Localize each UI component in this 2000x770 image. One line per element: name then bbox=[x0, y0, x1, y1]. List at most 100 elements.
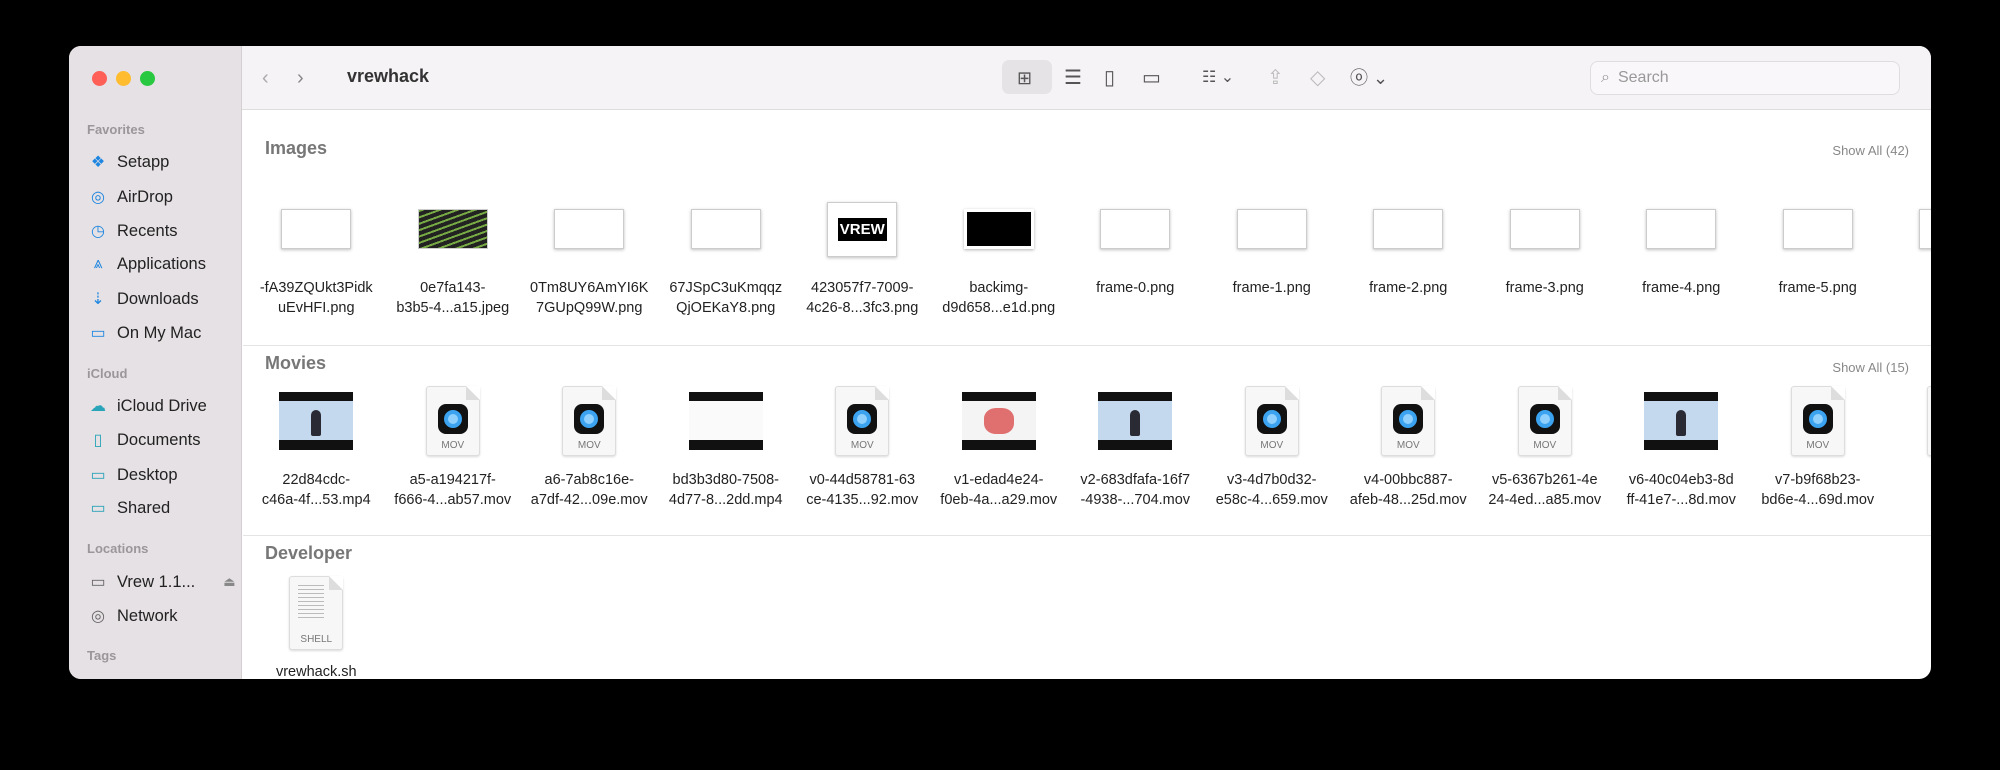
grid-view-icon: ⊞ bbox=[1017, 68, 1033, 88]
file-item[interactable]: 0e7fa143- b3b5-4...a15.jpeg bbox=[385, 194, 522, 318]
sidebar-item-applications[interactable]: ⩓ Applications bbox=[89, 251, 206, 277]
images-section-title: Images bbox=[265, 138, 328, 158]
file-name: v7-b9f68b23- bd6e-4...69d.mov bbox=[1761, 472, 1875, 508]
quicktime-file-icon: MOV bbox=[1381, 386, 1436, 456]
search-field[interactable]: ⌕ Search bbox=[1590, 61, 1900, 95]
image-thumbnail bbox=[1919, 209, 1931, 249]
developer-section-title: Developer bbox=[265, 543, 353, 563]
sidebar-item-on-my-mac[interactable]: ▭ On My Mac bbox=[89, 320, 201, 346]
sidebar-item-label: Applications bbox=[117, 254, 206, 273]
image-thumbnail bbox=[1782, 209, 1853, 249]
file-name: frame-4.png bbox=[1642, 280, 1721, 296]
group-by-button[interactable]: ☷ ⌄ bbox=[1202, 66, 1234, 90]
eject-icon[interactable]: ⏏ bbox=[223, 574, 235, 590]
sidebar-item-airdrop[interactable]: ◎ AirDrop bbox=[89, 184, 173, 210]
sidebar-item-network[interactable]: ◎ Network bbox=[89, 603, 178, 629]
file-name: v2-683dfafa-16f7 -4938-...704.mov bbox=[1080, 472, 1191, 508]
setapp-icon: ❖ bbox=[90, 154, 106, 171]
close-button[interactable] bbox=[92, 71, 107, 86]
file-name: a6-7ab8c16e- a7df-42...09e.mov bbox=[530, 472, 648, 508]
forward-button[interactable]: › bbox=[297, 66, 304, 90]
file-name: frame-2.png bbox=[1369, 280, 1448, 296]
divider bbox=[243, 345, 1931, 346]
file-item[interactable]: MOV v4-00bbc887- afeb-48...25d.mov bbox=[1340, 386, 1477, 510]
file-item[interactable]: fram bbox=[1886, 194, 1931, 318]
file-item[interactable]: v1-edad4e24- f0eb-4a...a29.mov bbox=[931, 386, 1068, 510]
quicktime-file-icon: MOV bbox=[1790, 386, 1845, 456]
share-button[interactable]: ⇪ bbox=[1267, 66, 1284, 90]
shared-folder-icon: ▭ bbox=[90, 500, 106, 517]
file-item[interactable]: -fA39ZQUkt3Pidk uEvHFI.png bbox=[248, 194, 385, 318]
finder-window: Favorites ❖ Setapp ◎ AirDrop ◷ Recents ⩓ Applica… bbox=[69, 46, 1931, 679]
column-view-button[interactable]: ▯ bbox=[1104, 66, 1115, 90]
back-button[interactable]: ‹ bbox=[262, 66, 269, 90]
sidebar-item-shared[interactable]: ▭ Shared bbox=[89, 495, 170, 521]
file-item[interactable]: frame-5.png bbox=[1750, 194, 1887, 318]
file-item[interactable]: frame-3.png bbox=[1477, 194, 1614, 318]
toolbar: ‹ › vrewhack ⊞ ☰ ▯ ▭ ☷ ⌄ ⇪ ◇ ⓞ ⌄ ⌕ Searc… bbox=[242, 46, 1931, 110]
file-item[interactable]: 67JSpC3uKmqqz QjOEKaY8.png bbox=[658, 194, 795, 318]
tag-button[interactable]: ◇ bbox=[1310, 66, 1325, 90]
quicktime-file-icon: MOV bbox=[1244, 386, 1299, 456]
file-name: 0e7fa143- b3b5-4...a15.jpeg bbox=[396, 280, 510, 316]
file-item[interactable]: frame-4.png bbox=[1613, 194, 1750, 318]
file-item[interactable]: MOV v3-4d7b0d32- e58c-4...659.mov bbox=[1204, 386, 1341, 510]
drive-icon: ▭ bbox=[90, 574, 106, 591]
file-name: -fA39ZQUkt3Pidk uEvHFI.png bbox=[259, 280, 373, 316]
movies-show-all[interactable]: Show All (15) bbox=[1832, 360, 1909, 375]
file-item[interactable]: frame-0.png bbox=[1067, 194, 1204, 318]
file-item[interactable]: MOV b3e43 bbox=[1886, 386, 1931, 510]
file-item[interactable]: MOV v0-44d58781-63 ce-4135...92.mov bbox=[794, 386, 931, 510]
image-thumbnail bbox=[417, 209, 488, 249]
file-item[interactable]: SHELL vrewhack.sh bbox=[248, 576, 385, 679]
file-item[interactable]: frame-2.png bbox=[1340, 194, 1477, 318]
file-item[interactable]: 0Tm8UY6AmYI6K 7GUpQ99W.png bbox=[521, 194, 658, 318]
sidebar-item-label: Downloads bbox=[117, 289, 199, 308]
cloud-icon: ☁ bbox=[90, 398, 106, 415]
file-item[interactable]: 22d84cdc- c46a-4f...53.mp4 bbox=[248, 386, 385, 510]
gallery-view-button[interactable]: ▭ bbox=[1142, 66, 1161, 90]
sidebar-item-desktop[interactable]: ▭ Desktop bbox=[89, 462, 178, 488]
images-show-all[interactable]: Show All (42) bbox=[1832, 143, 1909, 158]
window-controls bbox=[92, 71, 155, 86]
file-item[interactable]: bd3b3d80-7508- 4d77-8...2dd.mp4 bbox=[658, 386, 795, 510]
sidebar-item-setapp[interactable]: ❖ Setapp bbox=[89, 149, 169, 175]
sidebar-item-label: Desktop bbox=[117, 465, 178, 484]
quicktime-file-icon: MOV bbox=[562, 386, 617, 456]
list-view-button[interactable]: ☰ bbox=[1064, 66, 1082, 90]
file-name: v3-4d7b0d32- e58c-4...659.mov bbox=[1215, 472, 1328, 508]
sidebar-item-label: Recents bbox=[117, 221, 178, 240]
sidebar-item-icloud-drive[interactable]: ☁ iCloud Drive bbox=[89, 393, 207, 419]
file-item[interactable]: v6-40c04eb3-8d ff-41e7-...8d.mov bbox=[1613, 386, 1750, 510]
sidebar-item-label: Network bbox=[117, 606, 178, 625]
file-item[interactable]: MOV v7-b9f68b23- bd6e-4...69d.mov bbox=[1750, 386, 1887, 510]
video-thumbnail bbox=[279, 392, 354, 450]
file-name: 22d84cdc- c46a-4f...53.mp4 bbox=[261, 472, 371, 508]
divider bbox=[243, 535, 1931, 536]
file-item[interactable]: MOV a6-7ab8c16e- a7df-42...09e.mov bbox=[521, 386, 658, 510]
sidebar-item-downloads[interactable]: ⇣ Downloads bbox=[89, 286, 199, 312]
file-item[interactable]: backimg- d9d658...e1d.png bbox=[931, 194, 1068, 318]
sidebar-item-vrew-1-1[interactable]: ▭ Vrew 1.1... ⏏ bbox=[89, 569, 235, 595]
image-thumbnail bbox=[690, 209, 761, 249]
sidebar-heading: Locations bbox=[87, 541, 149, 556]
sidebar-item-label: On My Mac bbox=[117, 323, 202, 342]
file-item[interactable]: MOV v5-6367b261-4e 24-4ed...a85.mov bbox=[1477, 386, 1614, 510]
quicktime-file-icon: MOV bbox=[425, 386, 480, 456]
file-name: 423057f7-7009- 4c26-8...3fc3.png bbox=[806, 280, 919, 316]
zoom-button[interactable] bbox=[140, 71, 155, 86]
file-item[interactable]: frame-1.png bbox=[1204, 194, 1341, 318]
file-item[interactable]: v2-683dfafa-16f7 -4938-...704.mov bbox=[1067, 386, 1204, 510]
file-name: v4-00bbc887- afeb-48...25d.mov bbox=[1349, 472, 1467, 508]
minimize-button[interactable] bbox=[116, 71, 131, 86]
file-item[interactable]: VREW 423057f7-7009- 4c26-8...3fc3.png bbox=[794, 194, 931, 318]
sidebar-item-red[interactable]: ●Red bbox=[89, 676, 147, 679]
video-thumbnail bbox=[1644, 392, 1719, 450]
file-name: frame-3.png bbox=[1505, 280, 1584, 296]
more-actions-button[interactable]: ⓞ ⌄ bbox=[1350, 66, 1388, 90]
sidebar-item-documents[interactable]: ▯ Documents bbox=[89, 427, 201, 453]
content-area: Images Show All (42) -fA39ZQUkt3Pidk uEv… bbox=[243, 110, 1931, 679]
image-thumbnail bbox=[281, 209, 352, 249]
file-item[interactable]: MOV a5-a194217f- f666-4...ab57.mov bbox=[385, 386, 522, 510]
sidebar-item-recents[interactable]: ◷ Recents bbox=[89, 218, 178, 244]
